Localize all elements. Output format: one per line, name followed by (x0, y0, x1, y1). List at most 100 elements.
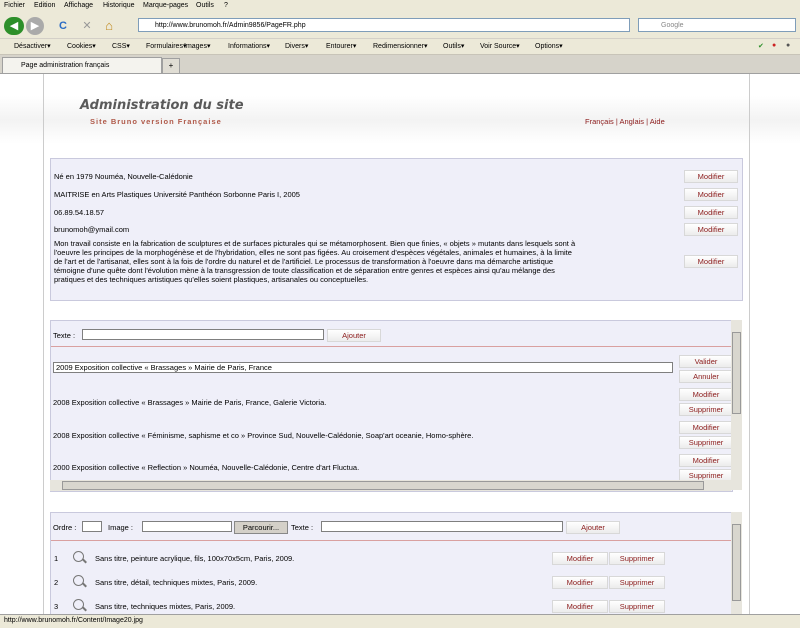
toolbar-formulaires[interactable]: Formulaires▾ (146, 42, 186, 50)
toolbar-informations[interactable]: Informations▾ (228, 42, 270, 50)
new-tab-button[interactable]: + (162, 58, 180, 74)
image-caption: Sans titre, techniques mixtes, Paris, 20… (95, 602, 236, 611)
search-input[interactable]: Google (638, 18, 796, 32)
menu-bar: Fichier Edition Affichage Historique Mar… (0, 0, 800, 14)
expo-item: 2008 Exposition collective « Féminisme, … (53, 431, 474, 440)
back-button[interactable]: ◀ (4, 17, 24, 35)
status-bar: http://www.brunomoh.fr/Content/Image20.j… (0, 614, 800, 628)
forward-button[interactable]: ▶ (26, 17, 44, 35)
menu-outils[interactable]: Outils (196, 2, 214, 9)
bio-email: brunomoh@ymail.com (54, 225, 130, 234)
menu-aide[interactable]: ? (224, 2, 228, 9)
site-title: Administration du site (80, 98, 244, 113)
parcourir-button[interactable]: Parcourir... (234, 521, 288, 534)
webdev-toolbar: Désactiver▾ Cookies▾ CSS▾ Formulaires▾ I… (0, 39, 800, 55)
bio-birth: Né en 1979 Nouméa, Nouvelle-Calédonie (54, 172, 193, 181)
image-texte-input[interactable] (321, 521, 563, 532)
page-border-left (43, 74, 44, 614)
modifier-button[interactable]: Modifier (684, 255, 738, 268)
supprimer-button[interactable]: Supprimer (679, 403, 732, 416)
status-text: http://www.brunomoh.fr/Content/Image20.j… (4, 617, 143, 624)
tab-bar: Page administration français + (0, 55, 800, 74)
texte-label: Texte : (291, 523, 314, 532)
expositions-vscrollbar[interactable] (731, 320, 742, 490)
expositions-hscrollbar[interactable] (50, 480, 731, 491)
toolbar-options[interactable]: Options▾ (535, 42, 563, 50)
toolbar-redimensionner[interactable]: Redimensionner▾ (373, 42, 428, 50)
supprimer-button[interactable]: Supprimer (609, 552, 665, 565)
disable-icon: ● (786, 42, 791, 49)
page-border-right (749, 74, 750, 614)
toolbar-cookies[interactable]: Cookies▾ (67, 42, 96, 50)
menu-historique[interactable]: Historique (103, 2, 135, 9)
image-caption: Sans titre, détail, techniques mixtes, P… (95, 578, 258, 587)
toolbar-outils[interactable]: Outils▾ (443, 42, 464, 50)
ajouter-button[interactable]: Ajouter (327, 329, 381, 342)
bio-panel: Né en 1979 Nouméa, Nouvelle-Calédonie MA… (50, 158, 743, 301)
toolbar-divers[interactable]: Divers▾ (285, 42, 308, 50)
divider (51, 540, 732, 541)
menu-edition[interactable]: Edition (34, 2, 55, 9)
expo-edit-input[interactable]: 2009 Exposition collective « Brassages »… (53, 362, 673, 373)
supprimer-button[interactable]: Supprimer (609, 576, 665, 589)
scrollbar-thumb[interactable] (732, 524, 741, 601)
tab-page-administration[interactable]: Page administration français (2, 57, 162, 73)
toolbar-css[interactable]: CSS▾ (112, 42, 130, 50)
image-label: Image : (108, 523, 134, 532)
magnifier-icon[interactable] (73, 575, 84, 586)
supprimer-button[interactable]: Supprimer (609, 600, 665, 613)
magnifier-icon[interactable] (73, 551, 84, 562)
expo-item: 2000 Exposition collective « Reflection … (53, 463, 360, 472)
error-icon: ● (772, 42, 777, 49)
modifier-button[interactable]: Modifier (679, 421, 732, 434)
expositions-panel: Texte : Ajouter 2009 Exposition collecti… (50, 320, 733, 492)
image-order: 1 (54, 554, 59, 563)
navigation-bar: ◀ ▶ C ✕ ⌂ http://www.brunomoh.fr/Admin98… (0, 14, 800, 39)
image-file-input[interactable] (142, 521, 232, 532)
modifier-button[interactable]: Modifier (684, 188, 738, 201)
modifier-button[interactable]: Modifier (552, 576, 608, 589)
menu-fichier[interactable]: Fichier (4, 2, 25, 9)
bio-statement: Mon travail consiste en la fabrication d… (54, 239, 576, 284)
image-order: 3 (54, 602, 59, 611)
texte-label: Texte : (53, 331, 76, 340)
home-button[interactable]: ⌂ (100, 17, 118, 35)
ordre-input[interactable] (82, 521, 102, 532)
scrollbar-thumb[interactable] (732, 332, 741, 414)
valider-button[interactable]: Valider (679, 355, 732, 368)
expo-item: 2008 Exposition collective « Brassages »… (53, 398, 327, 407)
toolbar-entourer[interactable]: Entourer▾ (326, 42, 356, 50)
supprimer-button[interactable]: Supprimer (679, 436, 732, 449)
ordre-label: Ordre : (53, 523, 77, 532)
modifier-button[interactable]: Modifier (679, 454, 732, 467)
url-bar[interactable]: http://www.brunomoh.fr/Admin9856/PageFR.… (138, 18, 630, 32)
check-icon: ✔ (758, 43, 764, 50)
menu-affichage[interactable]: Affichage (64, 2, 93, 9)
scrollbar-thumb[interactable] (62, 481, 704, 490)
annuler-button[interactable]: Annuler (679, 370, 732, 383)
texte-input[interactable] (82, 329, 324, 340)
stop-button[interactable]: ✕ (78, 17, 96, 35)
language-links[interactable]: Français | Anglais | Aide (585, 117, 665, 126)
modifier-button[interactable]: Modifier (684, 170, 738, 183)
toolbar-desactiver[interactable]: Désactiver▾ (14, 42, 51, 50)
modifier-button[interactable]: Modifier (684, 223, 738, 236)
reload-button[interactable]: C (54, 17, 72, 35)
magnifier-icon[interactable] (73, 599, 84, 610)
image-order: 2 (54, 578, 59, 587)
divider (51, 346, 732, 347)
modifier-button[interactable]: Modifier (552, 600, 608, 613)
ajouter-button[interactable]: Ajouter (566, 521, 620, 534)
images-panel: Ordre : Image : Parcourir... Texte : Ajo… (50, 512, 733, 616)
toolbar-voir-source[interactable]: Voir Source▾ (480, 42, 520, 50)
bio-phone: 06.89.54.18.57 (54, 208, 105, 217)
modifier-button[interactable]: Modifier (679, 388, 732, 401)
site-subtitle: Site Bruno version Française (90, 117, 222, 126)
menu-marque-pages[interactable]: Marque-pages (143, 2, 188, 9)
modifier-button[interactable]: Modifier (684, 206, 738, 219)
bio-degree: MAITRISE en Arts Plastiques Université P… (54, 190, 300, 199)
toolbar-images[interactable]: Images▾ (184, 42, 210, 50)
image-caption: Sans titre, peinture acrylique, fils, 10… (95, 554, 295, 563)
images-vscrollbar[interactable] (731, 512, 742, 614)
modifier-button[interactable]: Modifier (552, 552, 608, 565)
